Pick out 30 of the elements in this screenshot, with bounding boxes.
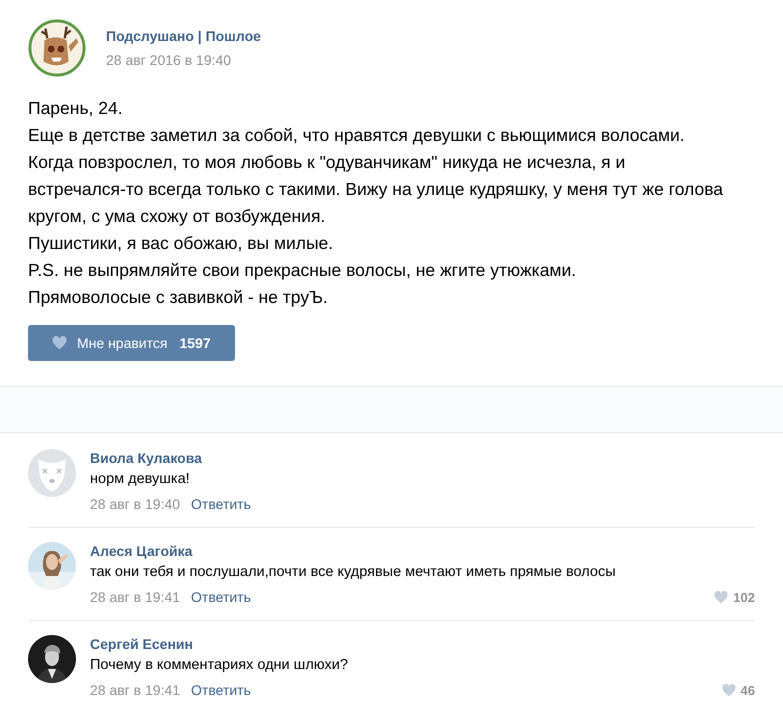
heart-icon	[714, 591, 728, 604]
heart-icon	[52, 336, 67, 350]
comment-date: 28 авг в 19:41	[90, 588, 180, 607]
reply-link[interactable]: Ответить	[191, 494, 251, 515]
post-text: Парень, 24.	[28, 97, 124, 120]
comment-text: Почему в комментариях одни шлюхи?	[90, 656, 349, 675]
post-date: 28 авг 2016 в 19:40	[106, 50, 232, 70]
author-name[interactable]: Подслушано | Пошлое	[106, 26, 261, 46]
like-label: Мне нравится	[77, 334, 168, 353]
heart-icon	[722, 684, 736, 697]
comment-author[interactable]: Виола Кулакова	[90, 449, 755, 467]
comment-author[interactable]: Алеся Цагойка	[90, 542, 755, 560]
reply-link[interactable]: Ответить	[191, 680, 251, 701]
like-button[interactable]: Мне нравится 1597	[28, 325, 235, 361]
deer-avatar-icon	[28, 19, 86, 77]
comment-text: так они тебя и послушали,почти все кудрявые мечтают иметь прямые волосы	[90, 563, 617, 582]
post-text: Еще в детстве заметил за собой, что нравятся девушки с вьющимися волосами.	[28, 124, 686, 147]
comment-text: норм девушка!	[90, 470, 191, 489]
like-count: 1597	[179, 334, 211, 352]
like-count: 102	[733, 588, 755, 607]
like-count: 46	[740, 682, 755, 700]
post-text: Пушистики, я вас обожаю, вы милые.	[28, 232, 334, 255]
comment-date: 28 авг в 19:40	[90, 495, 180, 514]
comment-date: 28 авг в 19:41	[90, 681, 180, 700]
post-text: Когда повзрослел, то моя любовь к "одуванчикам" никуда не исчезла, я и встречался-то всегда только с такими. Вижу на улице кудряшку, у меня тут же голова кругом, с ума схожу от возбуждения.	[28, 151, 724, 228]
post-text: Прямоволосые с завивкой - не труЪ.	[28, 286, 329, 309]
post-text: P.S. не выпрямляйте свои прекрасные волосы, не жгите утюжками.	[28, 259, 578, 282]
comment-author[interactable]: Сергей Есенин	[90, 635, 755, 653]
default-avatar-icon	[28, 449, 76, 497]
reply-link[interactable]: Ответить	[191, 587, 251, 608]
